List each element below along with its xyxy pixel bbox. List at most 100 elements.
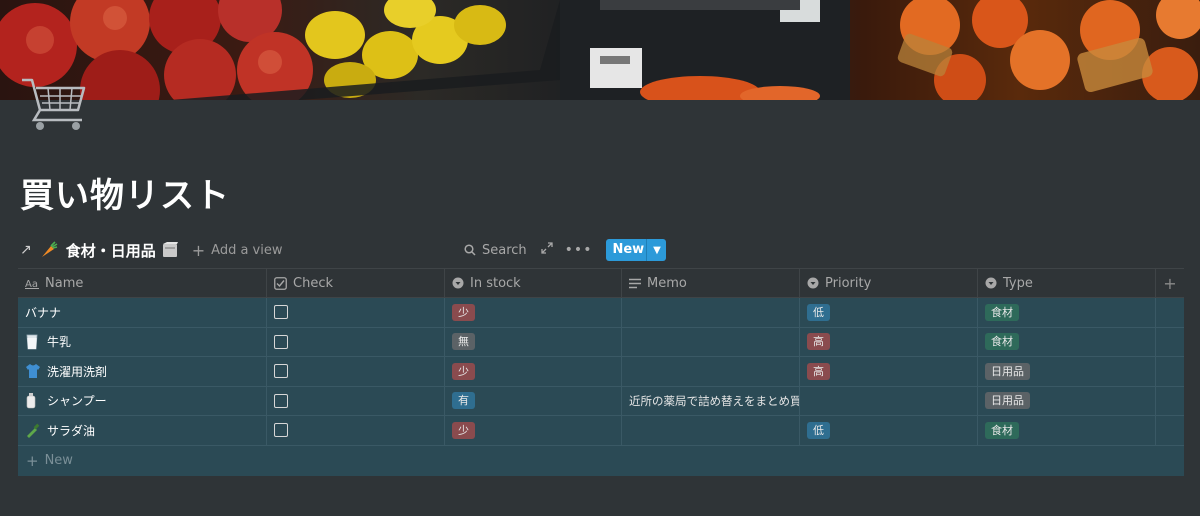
name-cell[interactable]: 牛乳 — [18, 327, 267, 356]
check-cell — [267, 327, 445, 356]
priority-cell[interactable]: 高 — [800, 327, 978, 356]
new-button[interactable]: New — [606, 239, 647, 261]
text-icon: Aa — [25, 277, 39, 289]
in-stock-cell[interactable]: 有 — [445, 386, 622, 415]
priority-cell[interactable]: 高 — [800, 357, 978, 386]
in-stock-cell[interactable]: 少 — [445, 357, 622, 386]
tshirt-icon — [25, 363, 41, 379]
shopping-cart-icon[interactable] — [18, 66, 90, 138]
svg-text:Aa: Aa — [25, 279, 38, 289]
page-title[interactable]: 買い物リスト — [20, 168, 230, 217]
table-row[interactable]: 洗濯用洗剤 少 高 日用品 — [18, 357, 1184, 387]
type-cell[interactable]: 食材 — [978, 416, 1156, 445]
select-icon — [807, 277, 819, 289]
type-tag: 食材 — [985, 303, 1019, 321]
priority-tag: 低 — [807, 303, 830, 321]
priority-tag: 高 — [807, 333, 830, 351]
in-stock-tag: 有 — [452, 392, 475, 410]
table-header-row: Aa Name Check In stock Memo Priority Typ… — [18, 268, 1184, 298]
add-column-button[interactable]: + — [1156, 269, 1184, 297]
memo-cell[interactable]: 近所の薬局で詰め替えをまとめ買 — [622, 386, 800, 415]
checkbox[interactable] — [274, 364, 288, 379]
in-stock-tag: 少 — [452, 421, 475, 439]
type-cell[interactable]: 日用品 — [978, 386, 1156, 415]
add-view-label: Add a view — [211, 242, 283, 258]
database-toolbar: Search ••• New ▼ — [464, 238, 667, 262]
milk-glass-icon — [25, 334, 41, 350]
column-header-name[interactable]: Aa Name — [18, 269, 267, 297]
in-stock-cell[interactable]: 少 — [445, 298, 622, 327]
memo-text: 近所の薬局で詰め替えをまとめ買 — [629, 393, 800, 408]
checkbox[interactable] — [274, 423, 288, 438]
item-name: バナナ — [25, 305, 62, 320]
type-cell[interactable]: 食材 — [978, 327, 1156, 356]
column-header-priority[interactable]: Priority — [800, 269, 978, 297]
name-cell[interactable]: サラダ油 — [18, 416, 267, 445]
add-view-button[interactable]: + Add a view — [192, 241, 283, 260]
item-name: シャンプー — [47, 394, 107, 409]
column-header-type[interactable]: Type — [978, 269, 1156, 297]
type-cell[interactable]: 食材 — [978, 298, 1156, 327]
in-stock-cell[interactable]: 無 — [445, 327, 622, 356]
name-cell[interactable]: シャンプー — [18, 386, 267, 415]
memo-cell[interactable] — [622, 327, 800, 356]
memo-cell[interactable] — [622, 416, 800, 445]
priority-cell[interactable]: 低 — [800, 416, 978, 445]
search-button[interactable]: Search — [464, 243, 527, 258]
type-cell[interactable]: 日用品 — [978, 357, 1156, 386]
chevron-down-icon[interactable]: ▼ — [646, 239, 667, 261]
memo-cell[interactable] — [622, 357, 800, 386]
column-label: Type — [1003, 275, 1033, 291]
in-stock-cell[interactable]: 少 — [445, 416, 622, 445]
checkbox[interactable] — [274, 393, 288, 408]
row-spacer — [1156, 416, 1184, 445]
open-link-arrow-icon[interactable]: ↗ — [20, 242, 32, 258]
column-header-in-stock[interactable]: In stock — [445, 269, 622, 297]
column-header-memo[interactable]: Memo — [622, 269, 800, 297]
checkbox[interactable] — [274, 334, 288, 349]
row-spacer — [1156, 298, 1184, 327]
priority-tag: 高 — [807, 362, 830, 380]
row-spacer — [1156, 387, 1184, 416]
item-name: 洗濯用洗剤 — [47, 364, 108, 379]
page-cover[interactable] — [0, 0, 1200, 100]
more-options-icon[interactable]: ••• — [565, 242, 593, 258]
checkbox[interactable] — [274, 305, 288, 320]
checkbox-icon — [274, 276, 287, 290]
search-icon — [464, 244, 476, 256]
memo-cell[interactable] — [622, 298, 800, 327]
box-icon — [162, 242, 178, 258]
priority-cell[interactable] — [800, 386, 978, 415]
column-header-check[interactable]: Check — [267, 269, 445, 297]
search-label: Search — [482, 242, 527, 258]
row-spacer — [1156, 328, 1184, 357]
column-label: Memo — [647, 275, 687, 291]
name-cell[interactable]: バナナ — [18, 298, 267, 327]
select-icon — [452, 277, 464, 289]
priority-cell[interactable]: 低 — [800, 298, 978, 327]
table-row[interactable]: シャンプー 有 近所の薬局で詰め替えをまとめ買 日用品 — [18, 386, 1184, 416]
add-row-button[interactable]: + New — [18, 445, 1184, 476]
column-label: Priority — [825, 275, 872, 291]
oil-bottle-icon — [25, 422, 41, 439]
database-title[interactable]: 食材・日用品 — [66, 240, 156, 261]
check-cell — [267, 357, 445, 386]
table-row[interactable]: 牛乳 無 高 食材 — [18, 327, 1184, 357]
table-row[interactable]: サラダ油 少 低 食材 — [18, 416, 1184, 446]
plus-icon: + — [191, 240, 206, 260]
column-label: Name — [45, 275, 84, 291]
lines-icon — [629, 278, 641, 289]
check-cell — [267, 386, 445, 415]
expand-icon[interactable] — [541, 242, 553, 258]
type-tag: 食材 — [985, 421, 1019, 439]
column-label: In stock — [470, 275, 521, 291]
item-name: 牛乳 — [47, 335, 72, 350]
in-stock-tag: 少 — [452, 303, 475, 321]
plus-icon: + — [1163, 273, 1177, 293]
name-cell[interactable]: 洗濯用洗剤 — [18, 357, 267, 386]
type-tag: 日用品 — [985, 392, 1030, 410]
item-name: サラダ油 — [47, 423, 96, 438]
check-cell — [267, 416, 445, 445]
table-row[interactable]: バナナ 少 低 食材 — [18, 298, 1184, 328]
type-tag: 食材 — [985, 333, 1019, 351]
